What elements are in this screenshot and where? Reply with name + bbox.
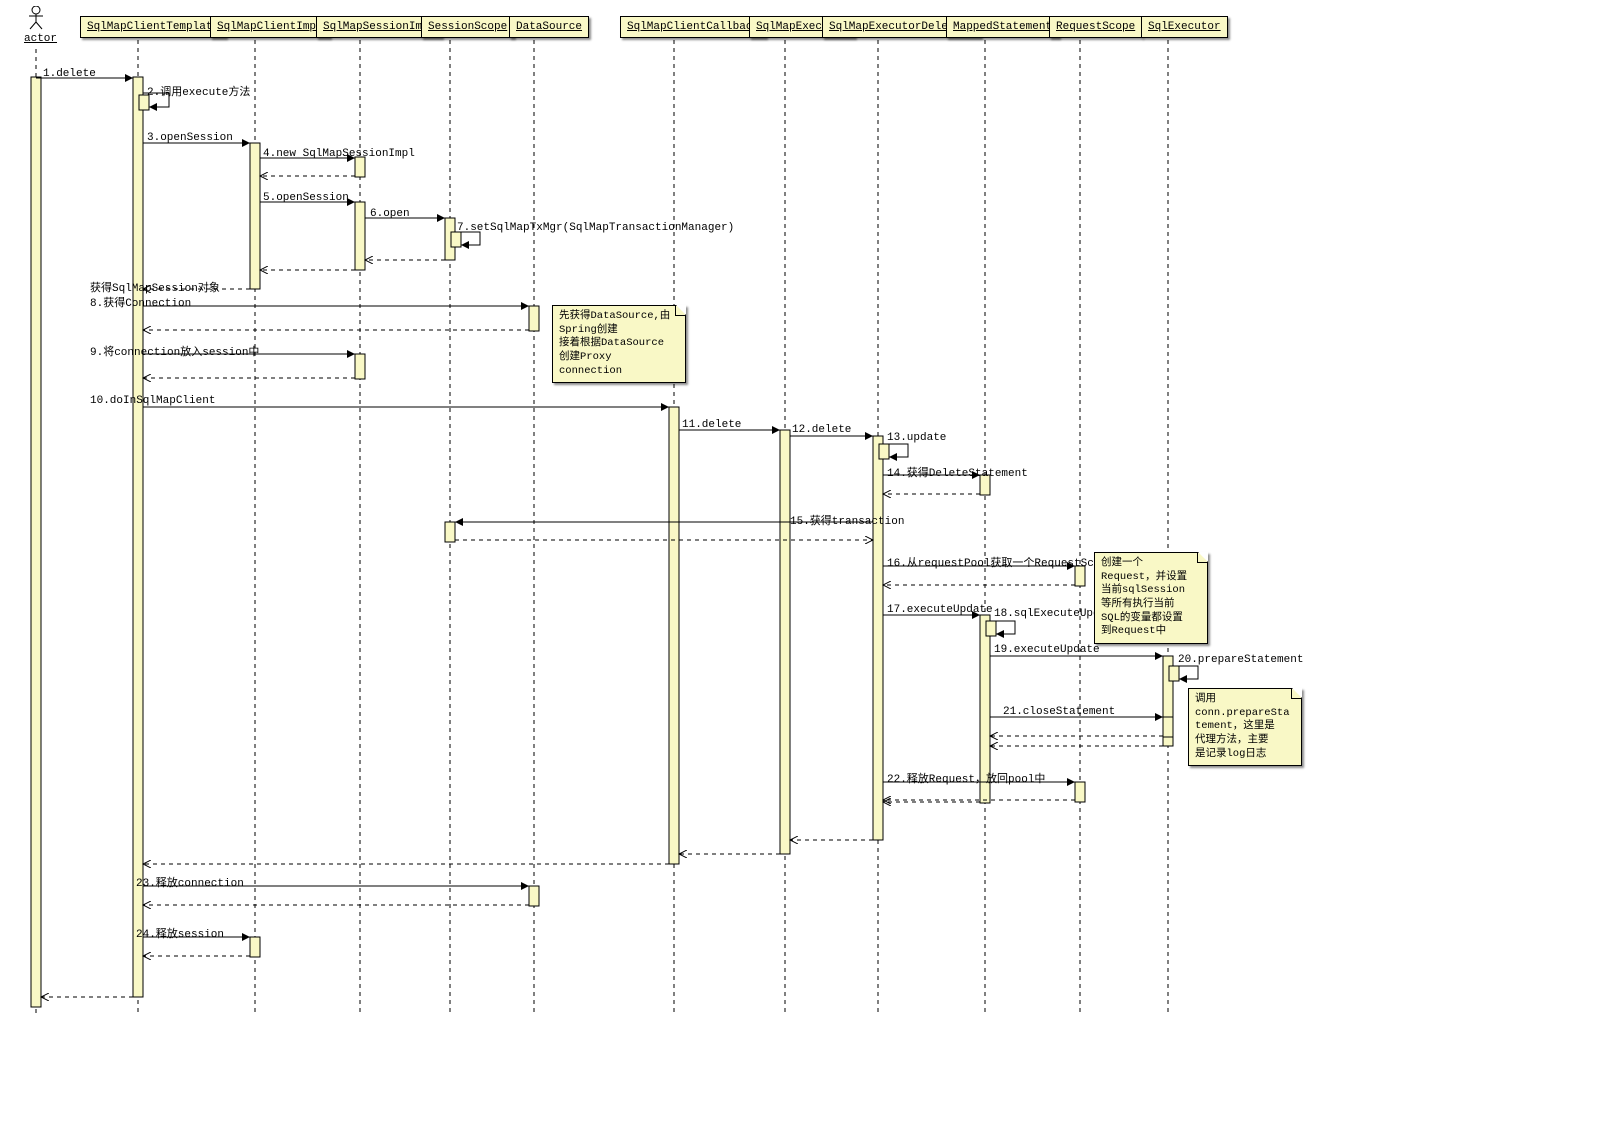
msg-6: 6.open <box>370 208 410 220</box>
header-mapped: MappedStatement <box>946 16 1059 38</box>
msg-5: 5.openSession <box>263 192 349 204</box>
msg-22: 22.释放Request，放回pool中 <box>887 770 1045 786</box>
msg-11: 11.delete <box>682 419 741 431</box>
header-callback: SqlMapClientCallback <box>620 16 766 38</box>
msg-9: 9.将connection放入session中 <box>90 343 259 359</box>
actor-label: actor <box>24 33 57 45</box>
header-dataSource: DataSource <box>509 16 589 38</box>
msg-3: 3.openSession <box>147 132 233 144</box>
header-clientImpl: SqlMapClientImpl <box>210 16 330 38</box>
note-prepare: 调用 conn.prepareSta tement，这里是 代理方法，主要 是记… <box>1188 688 1302 766</box>
msg-13: 13.update <box>887 432 946 444</box>
msg-19: 19.executeUpdate <box>994 644 1100 656</box>
msg-4: 4.new SqlMapSessionImpl <box>263 148 415 160</box>
msg-24: 24.释放session <box>136 925 224 941</box>
header-tpl: SqlMapClientTemplate <box>80 16 226 38</box>
diagram-svg <box>0 0 1609 1147</box>
msg-10: 10.doInSqlMapClient <box>90 395 215 407</box>
header-reqScope: RequestScope <box>1049 16 1142 38</box>
msg-r1: 获得SqlMapSession对象 <box>90 279 220 295</box>
actor-icon <box>27 6 45 30</box>
msg-20: 20.prepareStatement <box>1178 654 1303 666</box>
msg-15: 15.获得transaction <box>790 512 904 528</box>
msg-2: 2.调用execute方法 <box>147 83 250 99</box>
msg-7: 7.setSqlMapTxMgr(SqlMapTransactionManage… <box>457 222 734 234</box>
header-sqlExec: SqlExecutor <box>1141 16 1228 38</box>
msg-14: 14.获得DeleteStatement <box>887 464 1028 480</box>
note-datasource: 先获得DataSource,由 Spring创建 接着根据DataSource … <box>552 305 686 383</box>
msg-8: 8.获得Connection <box>90 294 191 310</box>
msg-23: 23.释放connection <box>136 874 244 890</box>
msg-17: 17.executeUpdate <box>887 604 993 616</box>
msg-16: 16.从requestPool获取一个RequestScope <box>887 554 1114 570</box>
note-request: 创建一个 Request，并设置 当前sqlSession 等所有执行当前 SQ… <box>1094 552 1208 644</box>
msg-12: 12.delete <box>792 424 851 436</box>
msg-1: 1.delete <box>43 68 96 80</box>
header-sessionScope: SessionScope <box>421 16 514 38</box>
msg-21: 21.closeStatement <box>1003 706 1115 718</box>
